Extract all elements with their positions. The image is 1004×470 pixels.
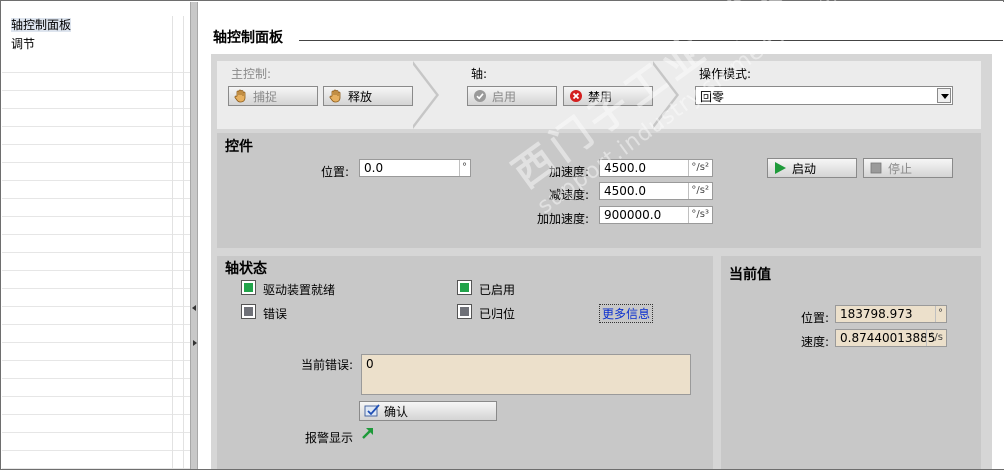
alarm-display-label: 报警显示 <box>304 431 353 445</box>
collapse-left-icon[interactable] <box>192 305 196 311</box>
acceleration-value: 4500.0 <box>604 161 646 175</box>
current-position-label: 位置: <box>800 311 829 325</box>
chevron-divider <box>650 61 676 129</box>
tree-item-label: 轴控制面板 <box>11 18 72 32</box>
jerk-label: 加加速度: <box>536 212 589 226</box>
acceleration-unit: °/s² <box>688 160 711 176</box>
arrow-up-right-icon[interactable] <box>361 426 375 443</box>
cancel-circle-icon <box>568 88 584 104</box>
position-input[interactable]: 0.0 ° <box>359 159 471 177</box>
deceleration-label: 减速度: <box>548 188 589 202</box>
acceleration-input[interactable]: 4500.0 °/s² <box>599 159 713 177</box>
current-position-value: 183798.973 <box>840 307 913 321</box>
jerk-value: 900000.0 <box>604 208 662 222</box>
jerk-unit: °/s³ <box>688 207 711 223</box>
position-label: 位置: <box>320 165 349 179</box>
axis-label: 轴: <box>471 67 488 81</box>
release-button[interactable]: 释放 <box>323 86 413 106</box>
current-speed-value: 0.87440013885 <box>840 331 936 345</box>
axis-status-panel: 轴状态 驱动装置就绪 已启用 错误 已归位 更多信息 当前错误: 0 确认 报警… <box>217 256 713 469</box>
hand-icon <box>233 88 249 104</box>
drive-ready-label: 驱动装置就绪 <box>263 283 336 297</box>
page-title: 轴控制面板 <box>213 27 289 47</box>
start-button-label: 启动 <box>792 161 817 176</box>
tree-column-line <box>183 16 184 469</box>
stop-button-label: 停止 <box>888 161 913 176</box>
start-button[interactable]: 启动 <box>767 158 857 178</box>
release-button-label: 释放 <box>348 89 373 104</box>
tree-item-axis-control-panel[interactable]: 轴控制面板 <box>2 16 172 34</box>
acknowledge-icon <box>364 403 380 419</box>
current-speed-label: 速度: <box>800 335 829 349</box>
check-circle-icon <box>472 88 488 104</box>
current-speed-field: 0.87440013885 °/s <box>835 329 947 347</box>
command-band: 主控制: 捕捉 释放 轴: 启用 禁用 操作模式: 回零 <box>217 61 981 129</box>
window-frame: 轴控制面板 调节 轴控制面板 主控制: 捕捉 释放 轴: 启用 禁用 操作模式:… <box>0 0 1004 470</box>
position-value: 0.0 <box>364 161 384 175</box>
error-indicator <box>241 304 256 319</box>
current-error-value: 0 <box>366 357 374 371</box>
drive-ready-indicator <box>241 280 256 295</box>
enable-button-label: 启用 <box>492 89 517 104</box>
enabled-indicator <box>457 280 472 295</box>
deceleration-input[interactable]: 4500.0 °/s² <box>599 182 713 200</box>
current-position-field: 183798.973 ° <box>835 305 947 323</box>
current-values-title: 当前值 <box>729 267 771 283</box>
stop-icon <box>868 160 884 176</box>
disable-button[interactable]: 禁用 <box>563 86 653 106</box>
operation-mode-select[interactable]: 回零 <box>695 86 953 105</box>
master-control-label: 主控制: <box>231 67 272 81</box>
operation-mode-label: 操作模式: <box>699 67 752 81</box>
capture-button[interactable]: 捕捉 <box>228 86 318 106</box>
current-speed-unit: °/s <box>926 330 945 346</box>
more-info-button[interactable]: 更多信息 <box>599 304 654 323</box>
tree-item-tuning[interactable]: 调节 <box>2 35 172 53</box>
tree-row-lines <box>2 55 191 469</box>
stop-button[interactable]: 停止 <box>863 158 953 178</box>
axis-status-title: 轴状态 <box>225 261 267 277</box>
controls-title: 控件 <box>225 139 253 155</box>
capture-button-label: 捕捉 <box>253 89 278 104</box>
tree-item-label: 调节 <box>11 37 36 51</box>
pane-splitter[interactable] <box>190 2 198 469</box>
tree-column-line <box>172 16 173 469</box>
control-panel-frame: 主控制: 捕捉 释放 轴: 启用 禁用 操作模式: 回零 控件 位置: 0.0 … <box>211 54 992 469</box>
homed-indicator <box>457 304 472 319</box>
confirm-button-label: 确认 <box>384 404 409 419</box>
current-error-box: 0 <box>361 354 691 395</box>
current-error-label: 当前错误: <box>300 358 353 372</box>
deceleration-value: 4500.0 <box>604 184 646 198</box>
main-content: 轴控制面板 主控制: 捕捉 释放 轴: 启用 禁用 操作模式: 回零 控件 位置… <box>199 0 1004 469</box>
deceleration-unit: °/s² <box>688 183 711 199</box>
confirm-button[interactable]: 确认 <box>359 401 497 421</box>
enabled-label: 已启用 <box>479 283 516 297</box>
position-unit: ° <box>459 160 469 176</box>
play-icon <box>772 160 788 176</box>
jerk-input[interactable]: 900000.0 °/s³ <box>599 206 713 224</box>
homed-label: 已归位 <box>479 307 516 321</box>
current-values-panel: 当前值 位置: 183798.973 ° 速度: 0.87440013885 °… <box>721 256 981 469</box>
acceleration-label: 加速度: <box>548 165 589 179</box>
title-divider <box>299 40 1003 41</box>
operation-mode-value: 回零 <box>700 90 725 104</box>
disable-button-label: 禁用 <box>588 89 613 104</box>
chevron-down-icon[interactable] <box>937 88 951 103</box>
chevron-divider <box>410 61 436 129</box>
controls-panel: 控件 位置: 0.0 ° 加速度: 4500.0 °/s² 减速度: 4500.… <box>217 133 981 248</box>
current-position-unit: ° <box>935 306 945 322</box>
expand-right-icon[interactable] <box>193 340 197 346</box>
enable-button[interactable]: 启用 <box>467 86 557 106</box>
error-label: 错误 <box>263 307 288 321</box>
navigation-tree: 轴控制面板 调节 <box>2 2 191 469</box>
hand-icon <box>328 88 344 104</box>
